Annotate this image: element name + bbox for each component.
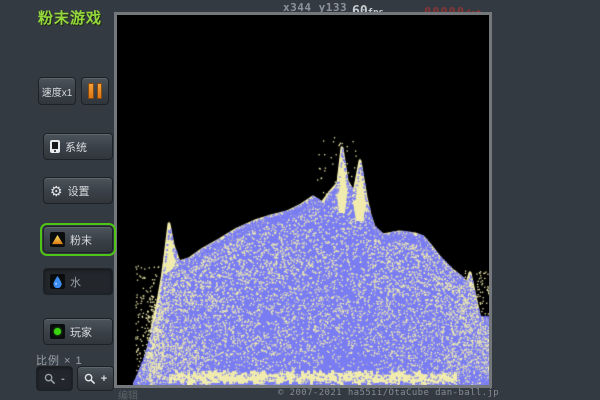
menu-item-label: 粉末: [70, 232, 92, 248]
copyright: © 2007-2021 ha55ii/OtaCube dan-ball.jp: [278, 388, 499, 398]
water-drop-icon: [50, 274, 65, 289]
player-green-dot-icon: [50, 324, 65, 339]
menu-item-player[interactable]: 玩家: [43, 318, 113, 345]
magnifier-plus-icon: [84, 373, 96, 385]
sand-pile-icon: [50, 232, 65, 247]
magnifier-minus-icon: [44, 373, 56, 385]
menu-item-label: 玩家: [70, 324, 92, 340]
zoom-in-sign: +: [101, 373, 107, 385]
page-title: 粉末游戏: [38, 7, 102, 28]
menu-item-settings[interactable]: ⚙ 设置: [43, 177, 113, 204]
pause-button[interactable]: [81, 77, 109, 105]
menu-item-label: 水: [70, 274, 81, 290]
menu-item-powder[interactable]: 粉末: [43, 226, 113, 253]
menu-item-label: 系统: [65, 139, 87, 155]
zoom-out-button[interactable]: -: [36, 366, 73, 391]
menu-item-system[interactable]: 系统: [43, 133, 113, 160]
pause-icon: [88, 83, 94, 99]
gear-icon: ⚙: [50, 184, 63, 198]
handheld-screen-icon: [50, 140, 60, 153]
powder-game-app: 粉末游戏 x344 y133 60fps 00000dot 速度x1 系统 ⚙ …: [0, 0, 600, 400]
simulation-canvas[interactable]: [117, 15, 489, 385]
pause-icon: [97, 83, 103, 99]
speed-label: 速度x1: [42, 84, 73, 99]
zoom-out-sign: -: [61, 373, 65, 385]
edit-label: 编辑: [118, 387, 138, 400]
speed-button[interactable]: 速度x1: [38, 77, 76, 105]
zoom-in-button[interactable]: +: [77, 366, 114, 391]
simulation-frame: [114, 12, 492, 388]
menu-item-label: 设置: [68, 183, 90, 199]
menu-item-water[interactable]: 水: [43, 268, 113, 295]
